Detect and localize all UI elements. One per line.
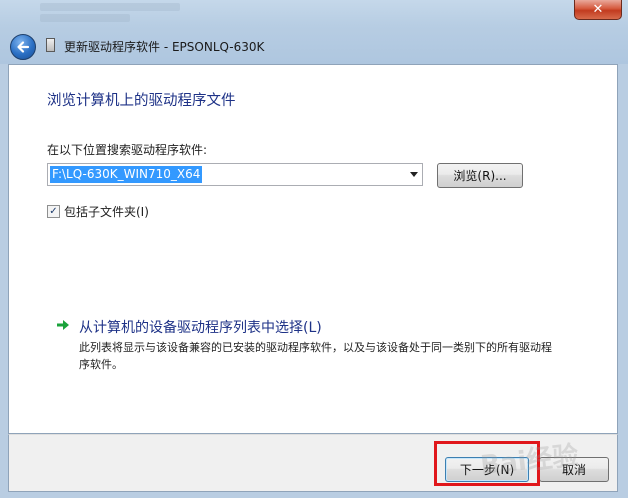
close-button[interactable]: ✕	[574, 0, 622, 20]
back-button[interactable]	[10, 34, 36, 60]
include-subfolders-checkbox[interactable]: ✓	[47, 205, 60, 218]
page-heading: 浏览计算机上的驱动程序文件	[47, 93, 236, 109]
search-location-label: 在以下位置搜索驱动程序软件:	[47, 143, 208, 157]
chevron-down-icon[interactable]	[410, 172, 418, 177]
content-panel: 浏览计算机上的驱动程序文件 在以下位置搜索驱动程序软件: F:\LQ-630K_…	[8, 64, 618, 434]
include-subfolders-label[interactable]: 包括子文件夹(I)	[64, 203, 149, 220]
device-icon	[46, 38, 55, 52]
pick-from-list-link[interactable]: 从计算机的设备驱动程序列表中选择(L)	[79, 317, 322, 337]
green-arrow-icon[interactable]	[55, 317, 71, 333]
close-icon: ✕	[592, 2, 604, 17]
path-combobox[interactable]: F:\LQ-630K_WIN710_X64	[47, 163, 423, 186]
browse-button[interactable]: 浏览(R)...	[437, 163, 523, 188]
path-input[interactable]: F:\LQ-630K_WIN710_X64	[50, 166, 203, 183]
window-title: 更新驱动程序软件 - EPSONLQ-630K	[64, 40, 265, 54]
next-button[interactable]: 下一步(N)	[445, 457, 529, 482]
back-arrow-icon	[17, 41, 30, 53]
cancel-button[interactable]: 取消	[539, 457, 609, 482]
dialog-footer: 下一步(N) 取消	[8, 434, 618, 492]
background-window-ghost	[40, 0, 240, 30]
pick-from-list-description: 此列表将显示与该设备兼容的已安装的驱动程序软件，以及与该设备处于同一类别下的所有…	[79, 341, 552, 371]
include-subfolders-row[interactable]: ✓ 包括子文件夹(I)	[47, 203, 149, 220]
